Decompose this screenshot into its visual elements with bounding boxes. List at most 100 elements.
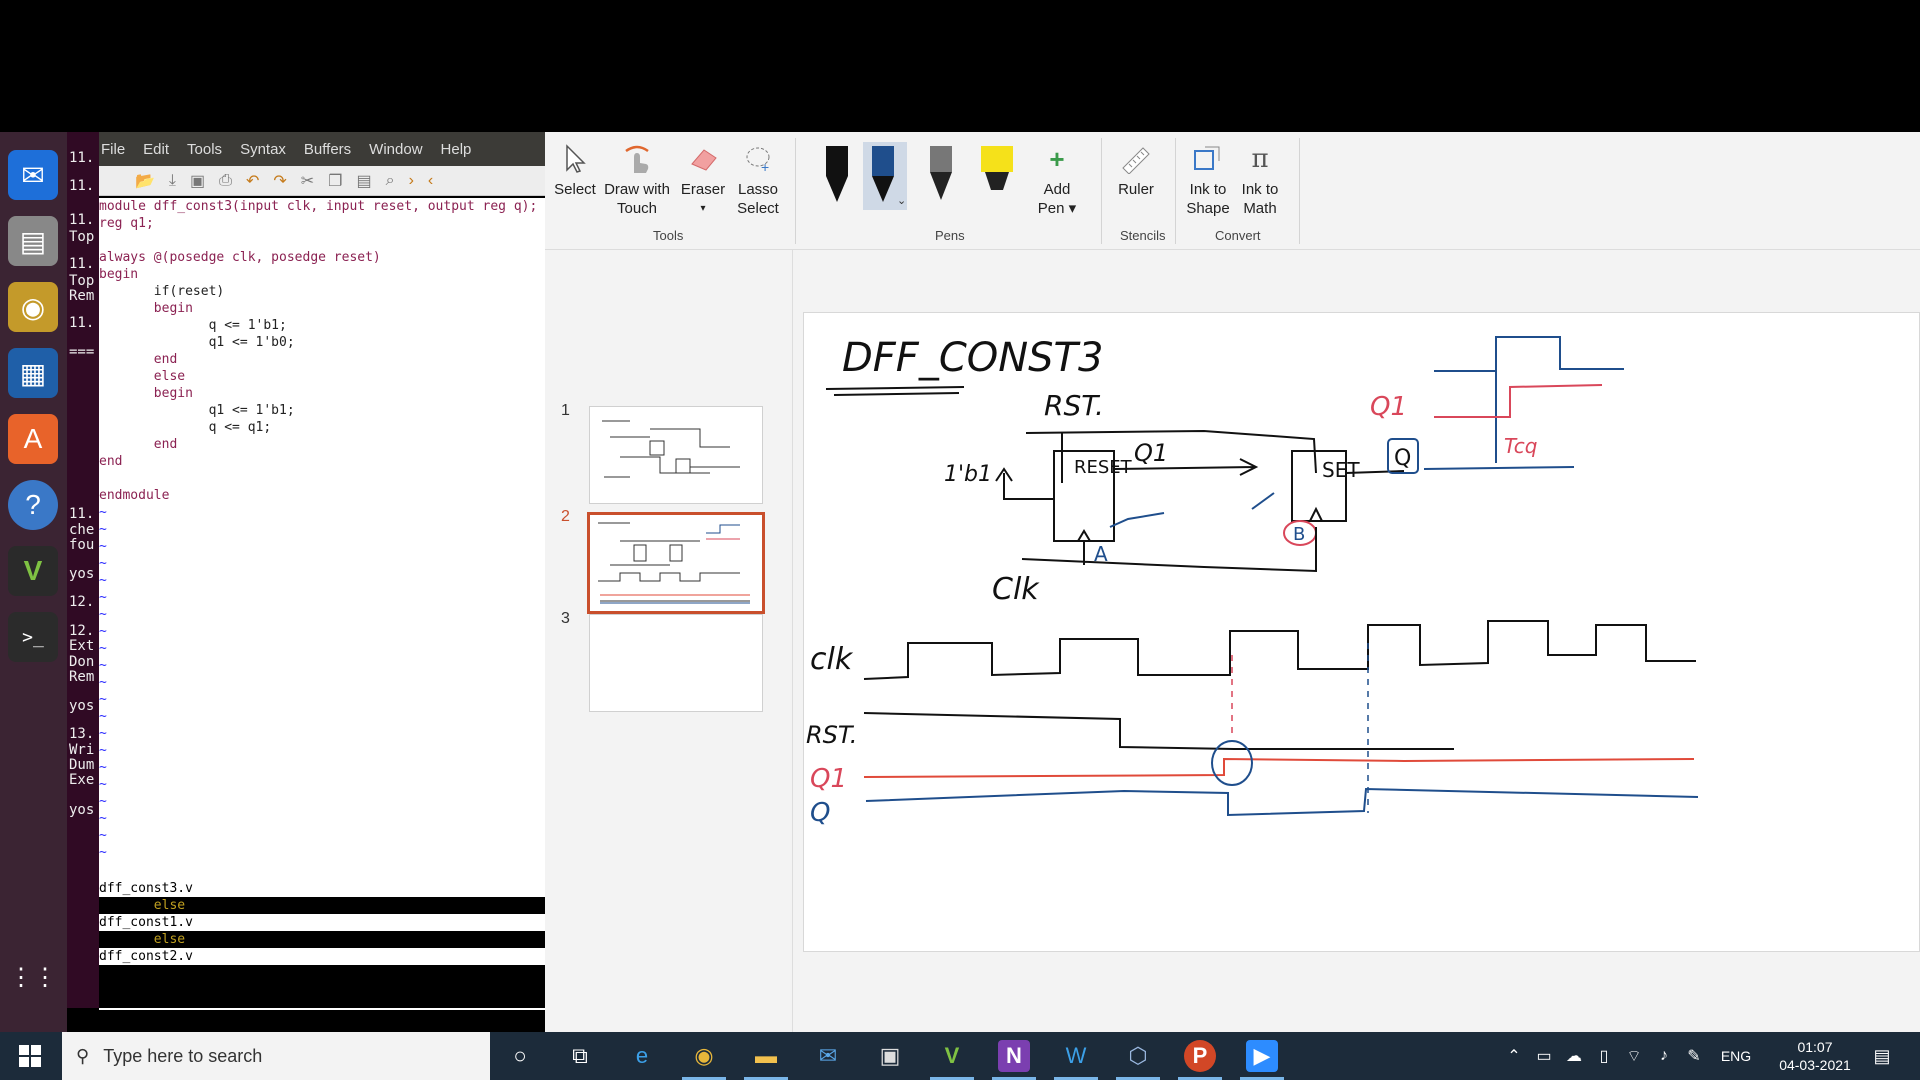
vim-menu-edit[interactable]: Edit xyxy=(141,141,171,158)
code-line: end xyxy=(99,437,178,452)
blue-tick-a xyxy=(1109,512,1165,528)
edge-icon[interactable]: e xyxy=(626,1040,658,1072)
set-pin-label: SET xyxy=(1322,458,1360,482)
ruler-label: Ruler xyxy=(1118,181,1154,198)
eraser-dropdown[interactable]: ▾ xyxy=(679,199,727,218)
software-center-icon[interactable]: A xyxy=(8,414,58,464)
save-all-icon[interactable]: ▣ xyxy=(190,171,205,191)
vim-icon[interactable]: V xyxy=(8,546,58,596)
open-icon[interactable]: 📂 xyxy=(135,171,155,191)
code-line: q <= q1; xyxy=(99,420,272,435)
q-output-label: Q xyxy=(1394,446,1411,471)
add-pen-button[interactable]: + Add Pen ▾ xyxy=(1033,142,1081,218)
paste-icon[interactable]: ▤ xyxy=(357,171,372,191)
onedrive-icon[interactable]: ☁ xyxy=(1558,1040,1590,1072)
code-line: q1 <= 1'b0; xyxy=(99,335,295,350)
print-icon[interactable]: ⎙ xyxy=(219,172,232,190)
back-icon[interactable]: ‹ xyxy=(428,172,433,190)
ff2-clock-notch xyxy=(1309,506,1323,522)
ruler-button[interactable]: Ruler xyxy=(1111,142,1161,199)
empty-line-marker: ~ xyxy=(99,641,107,656)
help-icon[interactable]: ? xyxy=(8,480,58,530)
files-icon[interactable]: ▤ xyxy=(8,216,58,266)
code-line: begin xyxy=(99,301,193,316)
search-placeholder: Type here to search xyxy=(103,1045,263,1066)
vim-menu-syntax[interactable]: Syntax xyxy=(238,141,288,158)
blue-pen-selected[interactable]: ⌄ xyxy=(863,142,907,210)
store-icon[interactable]: ▣ xyxy=(874,1040,906,1072)
code-line: end xyxy=(99,454,123,469)
slide-thumbnail-1[interactable] xyxy=(589,406,763,504)
ink-to-shape-label: Ink to xyxy=(1189,181,1227,198)
vim-menu-file[interactable]: File xyxy=(99,141,127,158)
wave-rst-label: RST. xyxy=(806,721,857,749)
black-pen[interactable] xyxy=(819,142,855,210)
onenote-icon[interactable]: N xyxy=(998,1040,1030,1072)
pencil-pen[interactable] xyxy=(923,142,959,210)
meet-now-icon[interactable]: ▭ xyxy=(1528,1040,1560,1072)
empty-line-marker: ~ xyxy=(99,743,107,758)
code-line: q1 <= 1'b1; xyxy=(99,403,295,418)
vim-taskbar-icon[interactable]: V xyxy=(936,1040,968,1072)
wifi-icon[interactable]: ⌔ xyxy=(1618,1040,1650,1072)
vim-menu-tools[interactable]: Tools xyxy=(185,141,224,158)
taskbar-search-box[interactable]: ⚲ Type here to search xyxy=(62,1032,490,1080)
show-hidden-icons[interactable]: ⌃ xyxy=(1498,1040,1530,1072)
battery-icon[interactable]: ▯ xyxy=(1588,1040,1620,1072)
ff1-clock-notch xyxy=(1077,529,1091,542)
buffer-context-line: else xyxy=(99,932,186,947)
code-line: always @(posedge clk, posedge reset) xyxy=(99,250,381,265)
eraser-button[interactable]: Eraser ▾ xyxy=(679,142,727,218)
terminal-icon[interactable]: >_ xyxy=(8,612,58,662)
select-button[interactable]: Select xyxy=(553,142,597,199)
draw-with-touch-button[interactable]: Draw with Touch xyxy=(599,142,675,218)
writer-icon[interactable]: ▦ xyxy=(8,348,58,398)
touch-draw-icon xyxy=(620,142,654,176)
vim-menu-help[interactable]: Help xyxy=(439,141,474,158)
clock[interactable]: 01:07 04-03-2021 xyxy=(1770,1038,1860,1074)
show-apps-icon[interactable]: ⋮⋮ xyxy=(8,952,58,1002)
cut-icon[interactable]: ✂ xyxy=(301,171,314,191)
slide-thumbnail-3[interactable] xyxy=(589,614,763,712)
empty-line-marker: ~ xyxy=(99,539,107,554)
chrome-icon[interactable]: ◉ xyxy=(688,1040,720,1072)
thunderbird-icon[interactable]: ✉ xyxy=(8,150,58,200)
redo-icon[interactable]: ↷ xyxy=(273,171,286,191)
reset-pin-label: RESET xyxy=(1074,457,1133,478)
ribbon-divider xyxy=(795,138,796,244)
pen-workspace-icon[interactable]: ✎ xyxy=(1678,1040,1710,1072)
tcq-q1-label: Q1 xyxy=(1370,392,1407,422)
zoom-icon[interactable]: ▶ xyxy=(1246,1040,1278,1072)
whiteboard-icon[interactable]: W xyxy=(1060,1040,1092,1072)
empty-line-marker: ~ xyxy=(99,505,107,520)
vim-menu-window[interactable]: Window xyxy=(367,141,424,158)
file-explorer-icon[interactable]: ▬ xyxy=(750,1040,782,1072)
ink-to-shape-button[interactable]: Ink to Shape xyxy=(1183,142,1233,218)
empty-line-marker: ~ xyxy=(99,658,107,673)
vim-menu-buffers[interactable]: Buffers xyxy=(302,141,353,158)
copy-icon[interactable]: ❐ xyxy=(328,171,342,191)
windows-start-icon[interactable] xyxy=(14,1040,46,1072)
code-line: end xyxy=(99,352,178,367)
virtualbox-icon[interactable]: ⬡ xyxy=(1122,1040,1154,1072)
forward-icon[interactable]: › xyxy=(409,172,414,190)
volume-icon[interactable]: ♪ xyxy=(1648,1040,1680,1072)
find-replace-icon[interactable]: ⌕ xyxy=(386,172,395,190)
mail-icon[interactable]: ✉ xyxy=(812,1040,844,1072)
cortana-icon[interactable]: ○ xyxy=(504,1040,536,1072)
save-icon[interactable]: ⤓ xyxy=(169,172,176,190)
task-view-icon[interactable]: ⧉ xyxy=(564,1040,596,1072)
notifications-icon[interactable]: ▤ xyxy=(1866,1040,1898,1072)
code-line: q <= 1'b1; xyxy=(99,318,287,333)
rhythmbox-icon[interactable]: ◉ xyxy=(8,282,58,332)
empty-line-marker: ~ xyxy=(99,675,107,690)
highlighter-pen[interactable] xyxy=(977,142,1013,210)
ink-to-math-button[interactable]: π Ink to Math xyxy=(1235,142,1285,218)
eraser-label: Eraser xyxy=(680,181,726,198)
undo-icon[interactable]: ↶ xyxy=(246,171,259,191)
language-indicator[interactable]: ENG xyxy=(1720,1040,1752,1072)
slide-canvas[interactable]: DFF_CONST3 RST. RESET SET 1'b1 A Q1 B Q … xyxy=(803,312,1920,952)
powerpoint-icon[interactable]: P xyxy=(1184,1040,1216,1072)
lasso-select-button[interactable]: + Lasso Select xyxy=(733,142,783,218)
slide-thumbnail-2[interactable] xyxy=(587,512,765,614)
